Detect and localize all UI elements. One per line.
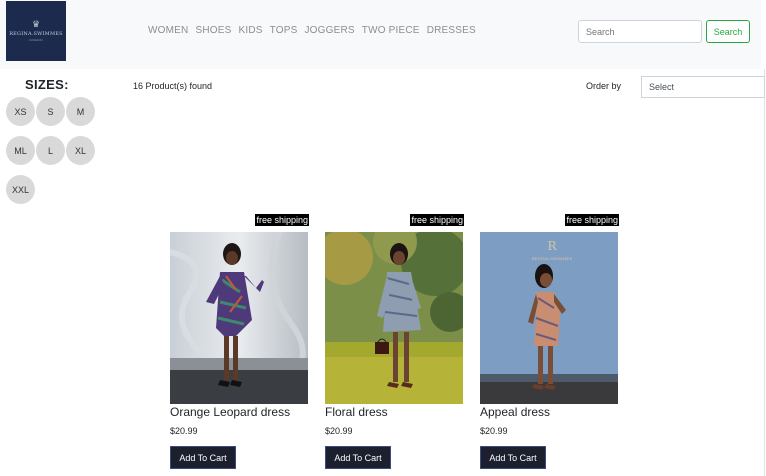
nav-item-two-piece[interactable]: TWO PIECE	[362, 25, 420, 36]
nav-item-women[interactable]: WOMEN	[148, 25, 188, 36]
search-input[interactable]	[578, 20, 702, 43]
order-by-value: Select	[649, 82, 675, 92]
product-name[interactable]: Floral dress	[325, 405, 388, 419]
products-found-count: 16 Product(s) found	[133, 81, 213, 91]
order-by-select[interactable]: Select	[641, 76, 765, 98]
product-price: $20.99	[480, 426, 508, 436]
sizes-title: SIZES:	[25, 77, 69, 92]
size-xl[interactable]: XL	[66, 136, 95, 165]
logo-text: REGINA.SWIMMES	[9, 31, 63, 37]
add-to-cart-button[interactable]: Add To Cart	[170, 446, 236, 469]
logo-subtext: FASHION	[29, 38, 43, 42]
product-image[interactable]: R REGINA SWIMMES	[480, 232, 618, 404]
nav-item-tops[interactable]: TOPS	[270, 25, 298, 36]
search-button[interactable]: Search	[706, 20, 750, 43]
size-m[interactable]: M	[66, 97, 95, 126]
main-nav: WOMEN SHOES KIDS TOPS JOGGERS TWO PIECE …	[148, 25, 483, 36]
free-shipping-badge: free shipping	[565, 214, 619, 226]
add-to-cart-button[interactable]: Add To Cart	[480, 446, 546, 469]
size-xxl[interactable]: XXL	[6, 175, 35, 204]
nav-item-joggers[interactable]: JOGGERS	[304, 25, 354, 36]
add-to-cart-button[interactable]: Add To Cart	[325, 446, 391, 469]
size-s[interactable]: S	[36, 97, 65, 126]
size-l[interactable]: L	[36, 136, 65, 165]
product-image[interactable]	[325, 232, 463, 404]
product-price: $20.99	[170, 426, 198, 436]
nav-item-shoes[interactable]: SHOES	[195, 25, 231, 36]
nav-item-kids[interactable]: KIDS	[238, 25, 262, 36]
nav-item-dresses[interactable]: DRESSES	[427, 25, 476, 36]
free-shipping-badge: free shipping	[255, 214, 309, 226]
free-shipping-badge: free shipping	[410, 214, 464, 226]
product-card[interactable]: free shipping Orange Leopard dress $20.9…	[170, 214, 309, 476]
size-ml[interactable]: ML	[6, 136, 35, 165]
product-card[interactable]: free shipping R REGINA SWIMMES Appeal dr…	[480, 214, 619, 476]
product-image[interactable]	[170, 232, 308, 404]
brand-logo[interactable]: ♛ REGINA.SWIMMES FASHION	[6, 1, 66, 61]
size-xs[interactable]: XS	[6, 97, 35, 126]
product-name[interactable]: Orange Leopard dress	[170, 405, 290, 419]
header: ♛ REGINA.SWIMMES FASHION WOMEN SHOES KID…	[0, 0, 761, 69]
product-card[interactable]: free shipping Floral dress $20.99 Add To…	[325, 214, 464, 476]
svg-text:REGINA SWIMMES: REGINA SWIMMES	[532, 256, 573, 261]
svg-text:R: R	[547, 239, 557, 253]
product-price: $20.99	[325, 426, 353, 436]
divider	[764, 69, 765, 476]
product-name[interactable]: Appeal dress	[480, 405, 550, 419]
order-by-label: Order by	[586, 81, 622, 91]
crown-icon: ♛	[31, 19, 41, 29]
